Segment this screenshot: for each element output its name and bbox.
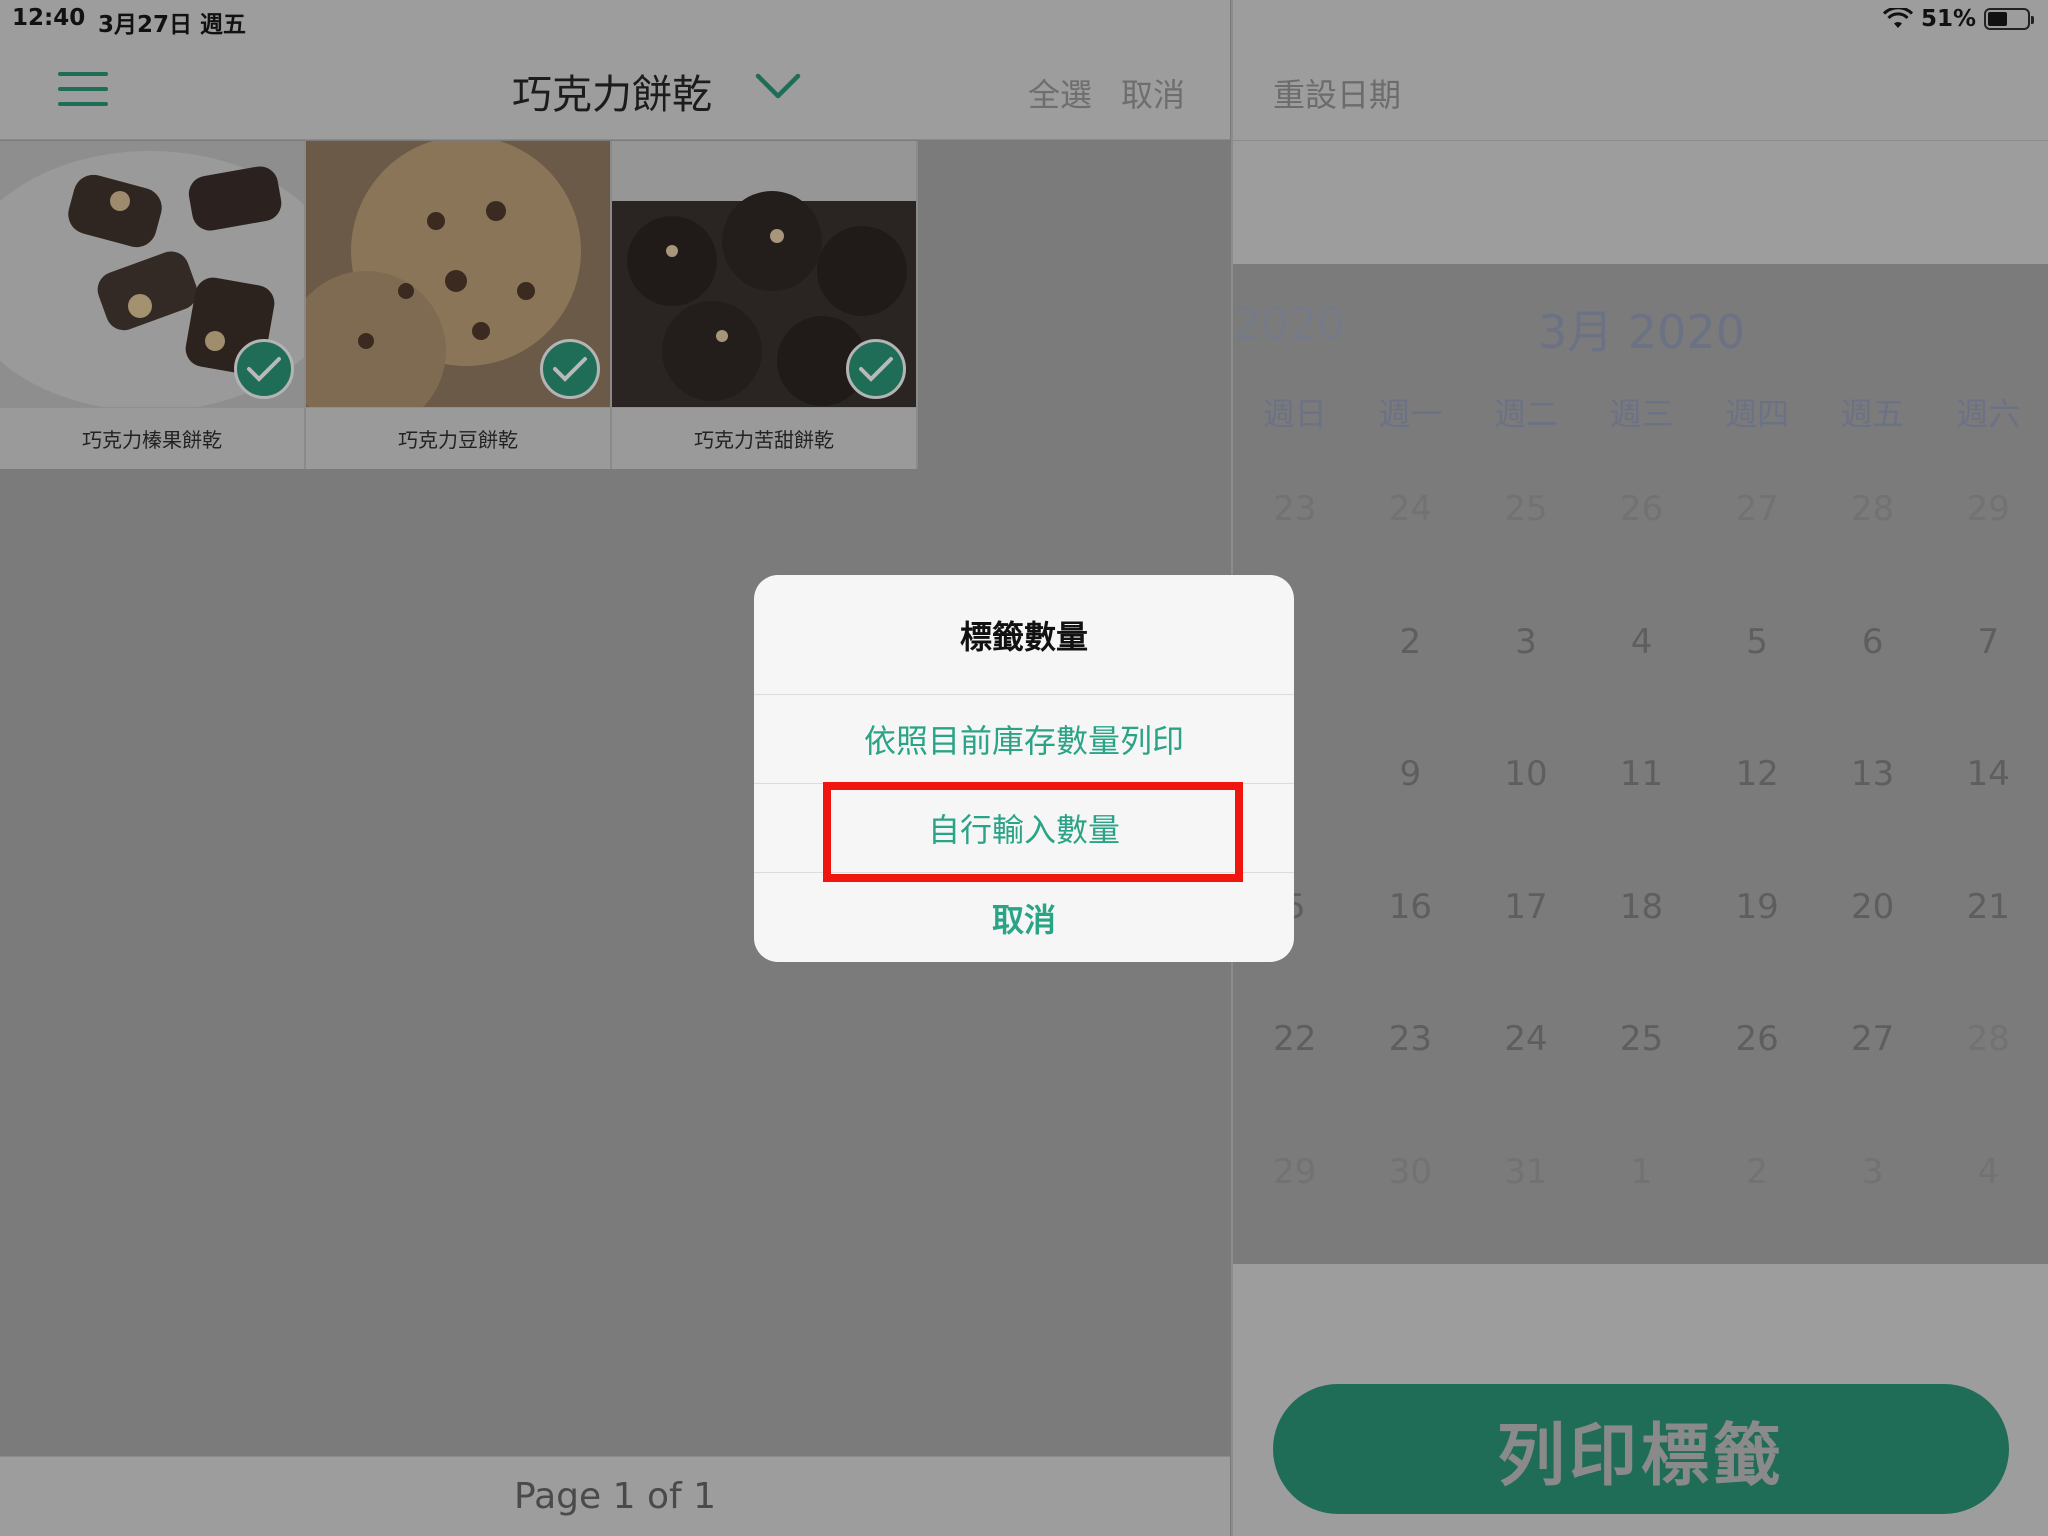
calendar-day[interactable]: 4 [1584,622,1700,755]
weekday-label: 週一 [1378,395,1443,433]
manual-quantity-option[interactable]: 自行輸入數量 [754,784,1294,873]
date-pane: 重設日期 2020 3月 2020 週日 週一 週二 週三 週四 週五 週六 23 24 25 2… [1231,0,2048,1536]
product-card[interactable]: 巧克力苦甜餅乾 [612,141,918,469]
calendar-day[interactable]: 13 [1815,754,1931,887]
product-grid: 巧克力榛果餅乾 巧克力豆餅乾 巧克力苦甜餅乾 [0,141,918,469]
status-bar: 12:40 3月27日 週五 51% [0,0,2048,40]
calendar-week: 23 24 25 26 27 28 29 [1233,489,2048,622]
calendar-day[interactable]: 24 [1468,1019,1584,1152]
weekday-label: 週三 [1609,395,1674,433]
calendar-day[interactable]: 2 [1699,1152,1815,1285]
calendar-day[interactable]: 10 [1468,754,1584,887]
print-labels-button[interactable]: 列印標籤 [1273,1384,2009,1514]
calendar-day[interactable]: 2 [1353,622,1469,755]
weekday-label: 週二 [1493,395,1558,433]
weekday-label: 週日 [1262,395,1327,433]
calendar-day[interactable]: 24 [1353,489,1469,622]
calendar-day[interactable]: 28 [1815,489,1931,622]
calendar-day[interactable]: 31 [1468,1152,1584,1285]
calendar-day[interactable]: 12 [1699,754,1815,887]
calendar-day[interactable]: 4 [1930,1152,2046,1285]
product-name: 巧克力苦甜餅乾 [612,407,916,469]
divider [1233,140,2048,141]
calendar-day[interactable]: 7 [1930,622,2046,755]
calendar-day[interactable]: 21 [1930,887,2046,1020]
calendar-day[interactable]: 25 [1468,489,1584,622]
label-quantity-dialog: 標籤數量 依照目前庫存數量列印 自行輸入數量 取消 [754,575,1294,962]
calendar-day[interactable]: 1 [1584,1152,1700,1285]
hamburger-icon[interactable] [58,72,108,106]
calendar-week: 22 23 24 25 26 27 28 [1233,1019,2048,1152]
status-time: 12:40 [12,5,86,31]
calendar-day[interactable]: 19 [1699,887,1815,1020]
weekday-label: 週四 [1725,395,1790,433]
calendar-week: 9 10 11 12 13 14 [1233,754,2048,887]
page-indicator: Page 1 of 1 [0,1456,1230,1536]
calendar-days: 23 24 25 26 27 28 29 2 3 4 5 6 7 9 10 11 12 13 14 5 16 17 18 19… [1233,489,2048,1284]
calendar-month: 3月 2020 [1538,305,1745,359]
product-card[interactable]: 巧克力榛果餅乾 [0,141,306,469]
calendar-day[interactable]: 16 [1353,887,1469,1020]
product-name: 巧克力豆餅乾 [306,407,610,469]
calendar: 2020 3月 2020 週日 週一 週二 週三 週四 週五 週六 23 24 25 26 27 28… [1233,264,2048,1264]
status-date: 3月27日 週五 [98,12,247,38]
wifi-icon [1882,8,1913,28]
battery-icon [1984,8,2034,30]
product-name: 巧克力榛果餅乾 [0,407,304,469]
calendar-day[interactable]: 30 [1353,1152,1469,1285]
selected-check-icon [234,339,294,399]
selected-check-icon [846,339,906,399]
calendar-day[interactable]: 9 [1353,754,1469,887]
product-card[interactable]: 巧克力豆餅乾 [306,141,612,469]
calendar-day[interactable]: 26 [1584,489,1700,622]
weekday-label: 週五 [1840,395,1905,433]
calendar-day[interactable]: 23 [1353,1019,1469,1152]
print-by-stock-option[interactable]: 依照目前庫存數量列印 [754,695,1294,784]
calendar-day[interactable]: 3 [1468,622,1584,755]
calendar-day[interactable]: 28 [1930,1019,2046,1152]
calendar-day[interactable]: 17 [1468,887,1584,1020]
calendar-day[interactable]: 26 [1699,1019,1815,1152]
calendar-week: 29 30 31 1 2 3 4 [1233,1152,2048,1285]
calendar-day[interactable]: 3 [1815,1152,1931,1285]
calendar-week: 234567 [1233,622,2048,755]
weekday-label: 週六 [1956,395,2021,433]
calendar-day[interactable]: 27 [1699,489,1815,622]
selected-check-icon [540,339,600,399]
battery-percent: 51% [1920,6,1976,32]
dialog-title: 標籤數量 [754,575,1294,695]
calendar-day[interactable]: 5 [1699,622,1815,755]
calendar-day[interactable]: 18 [1584,887,1700,1020]
reset-date-button[interactable]: 重設日期 [1273,70,1401,116]
calendar-day[interactable]: 11 [1584,754,1700,887]
calendar-day[interactable]: 22 [1237,1019,1353,1152]
select-all-button[interactable]: 全選 [1028,70,1092,116]
calendar-day[interactable]: 29 [1237,1152,1353,1285]
weekday-row: 週日 週一 週二 週三 週四 週五 週六 [1233,389,2048,435]
calendar-day[interactable]: 25 [1584,1019,1700,1152]
chevron-down-icon[interactable] [752,66,804,106]
dialog-cancel-button[interactable]: 取消 [754,873,1294,962]
battery-level [1988,12,2008,26]
calendar-day[interactable]: 27 [1815,1019,1931,1152]
status-right: 51% [1882,6,2034,32]
cancel-selection-button[interactable]: 取消 [1121,70,1185,116]
calendar-week: 5 16 17 18 19 20 21 [1233,887,2048,1020]
calendar-day[interactable]: 29 [1930,489,2046,622]
category-title[interactable]: 巧克力餅乾 [512,62,712,120]
calendar-day[interactable]: 20 [1815,887,1931,1020]
calendar-day[interactable]: 6 [1815,622,1931,755]
calendar-day[interactable]: 14 [1930,754,2046,887]
